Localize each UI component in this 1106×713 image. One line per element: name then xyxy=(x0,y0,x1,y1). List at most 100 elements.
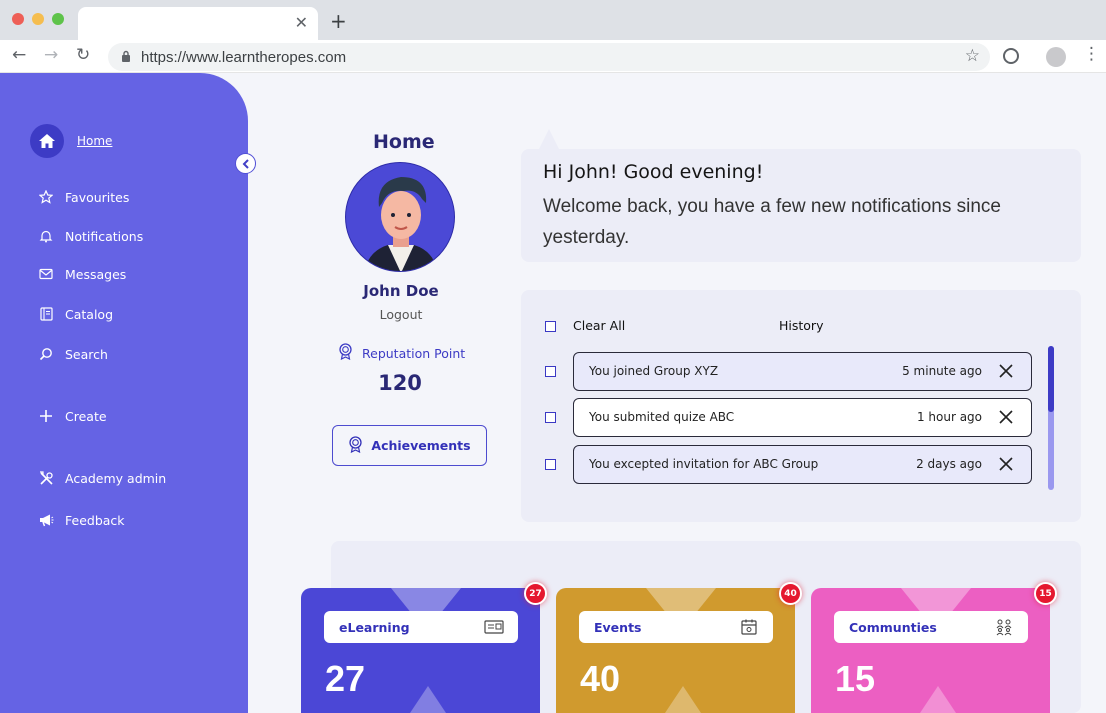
reputation-label-text: Reputation Point xyxy=(362,345,466,361)
achievements-label: Achievements xyxy=(371,438,471,453)
notification-checkbox[interactable] xyxy=(545,459,556,470)
sidebar-item-label: Catalog xyxy=(65,306,114,322)
user-name: John Doe xyxy=(363,282,439,300)
communities-label: Communties xyxy=(849,620,937,635)
notification-checkbox[interactable] xyxy=(545,366,556,377)
logout-link[interactable]: Logout xyxy=(340,307,462,322)
notification-time: 5 minute ago xyxy=(902,364,982,378)
events-badge: 40 xyxy=(779,582,802,605)
tab-close-icon[interactable]: ✕ xyxy=(295,13,308,32)
communities-pill: Communties xyxy=(834,611,1028,643)
bookmark-star-icon[interactable]: ☆ xyxy=(965,46,980,66)
tools-icon xyxy=(38,470,54,486)
forward-icon[interactable]: → xyxy=(44,45,58,65)
extension-icon[interactable] xyxy=(1003,48,1019,64)
star-icon xyxy=(38,189,54,205)
sidebar-item-create[interactable]: Create xyxy=(38,406,107,426)
sidebar-item-favourites[interactable]: Favourites xyxy=(38,187,129,207)
community-icon xyxy=(996,619,1012,636)
bell-icon xyxy=(38,228,54,244)
sidebar-item-label: Notifications xyxy=(65,228,144,244)
notification-row[interactable]: You excepted invitation for ABC Group 2 … xyxy=(573,445,1032,484)
sidebar-item-label: Academy admin xyxy=(65,470,167,486)
reputation-value: 120 xyxy=(378,371,422,395)
sidebar-item-messages[interactable]: Messages xyxy=(38,264,126,284)
events-label: Events xyxy=(594,620,642,635)
calendar-icon xyxy=(741,619,757,635)
events-pill: Events xyxy=(579,611,773,643)
scrollbar-thumb[interactable] xyxy=(1048,346,1054,412)
elearning-badge: 27 xyxy=(524,582,547,605)
url-text: https://www.learntheropes.com xyxy=(141,49,347,66)
notification-text: You joined Group XYZ xyxy=(589,364,719,378)
chevron-left-icon xyxy=(242,158,249,169)
profile-avatar-icon[interactable] xyxy=(1046,47,1066,67)
lock-icon xyxy=(122,50,130,62)
avatar xyxy=(345,162,455,272)
medal-icon xyxy=(348,435,363,456)
minimize-window-button[interactable] xyxy=(32,13,44,25)
greeting-card: Hi John! Good evening! Welcome back, you… xyxy=(521,129,1081,262)
collapse-sidebar-button[interactable] xyxy=(235,153,256,174)
back-icon[interactable]: ← xyxy=(12,45,26,65)
address-bar[interactable]: https://www.learntheropes.com ☆ xyxy=(108,43,990,71)
greeting-title: Hi John! Good evening! xyxy=(543,161,764,183)
notification-time: 1 hour ago xyxy=(916,410,982,424)
history-tab[interactable]: History xyxy=(779,318,823,333)
elearning-icon xyxy=(484,620,504,634)
sidebar-item-academy-admin[interactable]: Academy admin xyxy=(38,468,166,488)
maximize-window-button[interactable] xyxy=(52,13,64,25)
notification-text: You submited quize ABC xyxy=(589,410,735,424)
events-count: 40 xyxy=(580,658,621,699)
notification-row[interactable]: You joined Group XYZ 5 minute ago xyxy=(573,352,1032,391)
home-icon[interactable] xyxy=(30,124,64,158)
elearning-card[interactable]: eLearning 27 xyxy=(301,588,540,713)
sidebar-item-home[interactable]: Home xyxy=(77,134,112,148)
notification-checkbox[interactable] xyxy=(545,412,556,423)
sidebar-item-feedback[interactable]: Feedback xyxy=(38,510,125,530)
clear-all-button[interactable]: Clear All xyxy=(573,318,625,333)
card-decoration xyxy=(408,686,448,713)
notification-time: 2 days ago xyxy=(916,457,982,471)
notification-text: You excepted invitation for ABC Group xyxy=(589,457,819,471)
browser-tab[interactable]: ✕ xyxy=(78,7,318,40)
close-icon[interactable] xyxy=(998,456,1014,472)
communities-card[interactable]: Communties 15 xyxy=(811,588,1050,713)
communities-count: 15 xyxy=(835,658,876,699)
reload-icon[interactable]: ↻ xyxy=(76,45,90,65)
reputation-label: Reputation Point xyxy=(338,343,465,363)
close-window-button[interactable] xyxy=(12,13,24,25)
achievements-button[interactable]: Achievements xyxy=(332,425,487,466)
elearning-pill: eLearning xyxy=(324,611,518,643)
sidebar: Home Favourites Notifications Messages C… xyxy=(0,73,248,713)
search-icon xyxy=(38,346,54,362)
select-all-checkbox[interactable] xyxy=(545,321,556,332)
mail-icon xyxy=(38,266,54,282)
card-decoration xyxy=(918,686,958,713)
book-icon xyxy=(38,306,54,322)
sidebar-item-label: Favourites xyxy=(65,189,130,205)
elearning-label: eLearning xyxy=(339,620,410,635)
greeting-message: Welcome back, you have a few new notific… xyxy=(543,196,1001,248)
plus-icon xyxy=(38,408,54,424)
browser-tab-bar: ✕ + xyxy=(0,0,1106,40)
sidebar-item-notifications[interactable]: Notifications xyxy=(38,226,143,246)
sidebar-item-label: Messages xyxy=(65,266,127,282)
sidebar-item-catalog[interactable]: Catalog xyxy=(38,304,113,324)
sidebar-item-search[interactable]: Search xyxy=(38,344,108,364)
events-card[interactable]: Events 40 xyxy=(556,588,795,713)
notification-row[interactable]: You submited quize ABC 1 hour ago xyxy=(573,398,1032,437)
medal-icon xyxy=(338,343,353,363)
close-icon[interactable] xyxy=(998,363,1014,379)
close-icon[interactable] xyxy=(998,409,1014,425)
sidebar-item-label: Create xyxy=(65,408,107,424)
card-decoration xyxy=(663,686,703,713)
sidebar-item-label: Search xyxy=(65,346,108,362)
browser-menu-icon[interactable]: ⋮ xyxy=(1083,44,1100,64)
communities-badge: 15 xyxy=(1034,582,1057,605)
sidebar-item-label: Feedback xyxy=(65,512,125,528)
new-tab-icon[interactable]: + xyxy=(330,9,347,33)
elearning-count: 27 xyxy=(325,658,366,699)
page-title: Home xyxy=(373,131,435,153)
browser-toolbar: ← → ↻ https://www.learntheropes.com ☆ ⋮ xyxy=(0,40,1106,73)
